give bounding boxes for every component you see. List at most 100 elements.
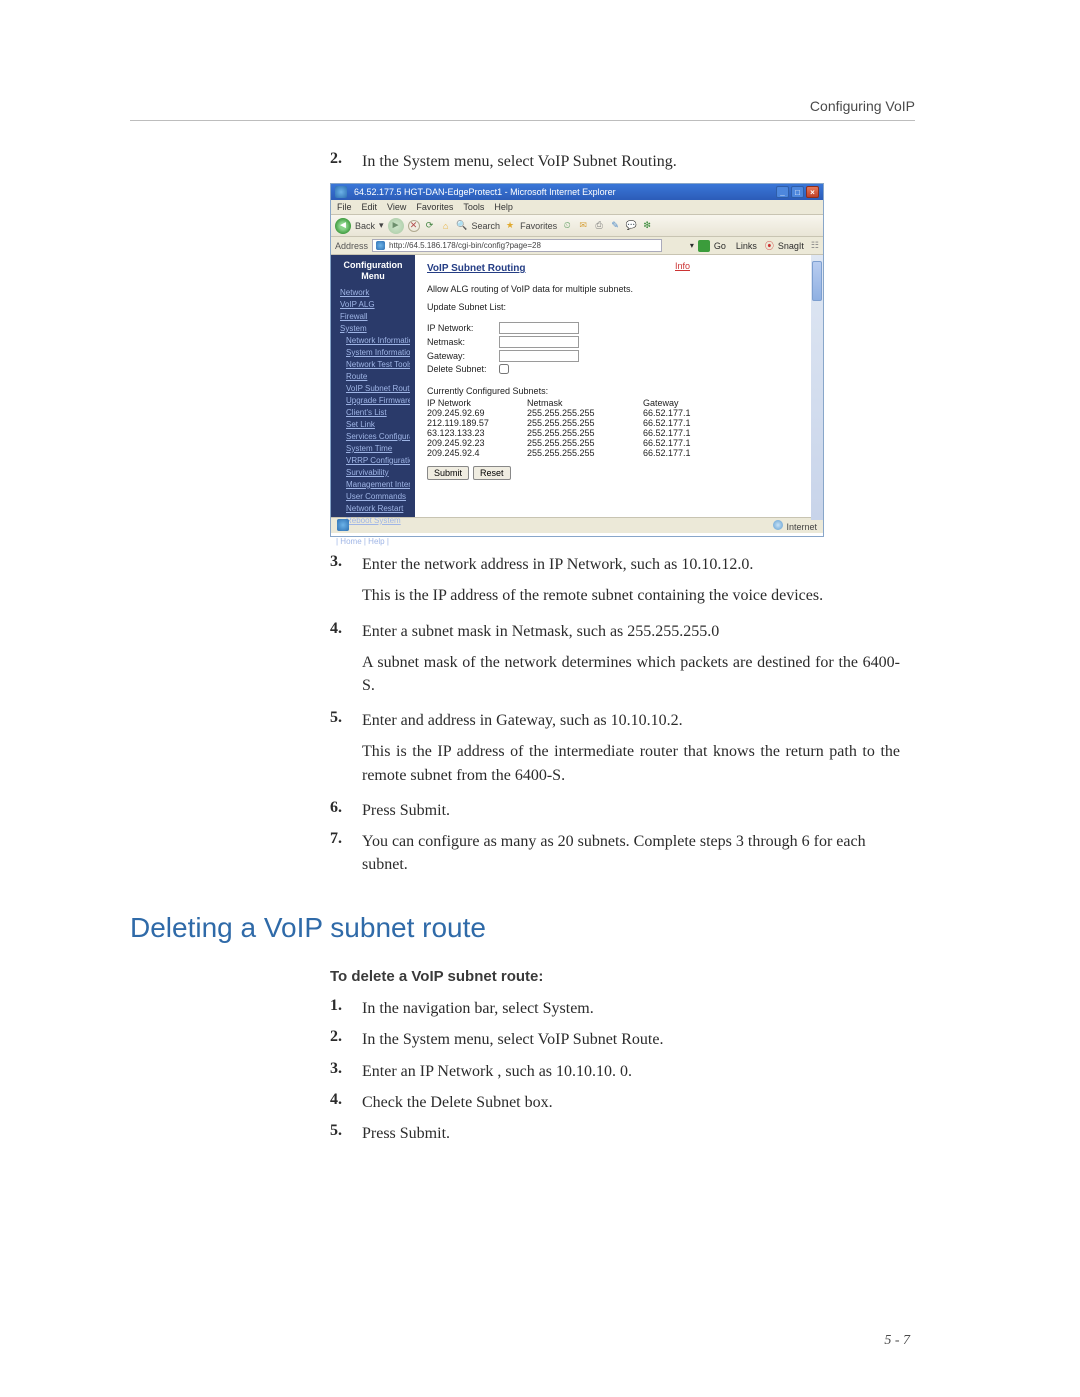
step-text: Press Submit.	[362, 799, 450, 822]
cell: 66.52.177.1	[643, 428, 713, 438]
cell: 209.245.92.69	[427, 408, 511, 418]
cell: 66.52.177.1	[643, 438, 713, 448]
document-body: 2. In the System menu, select VoIP Subne…	[330, 150, 900, 876]
sidebar-item-voip-subnet[interactable]: VoIP Subnet Routing	[336, 383, 410, 395]
main-pane: VoIP Subnet Routing Info Allow ALG routi…	[415, 255, 823, 517]
sidebar-footer[interactable]: | Home | Help |	[336, 537, 410, 547]
scrollbar[interactable]	[811, 255, 823, 520]
menu-edit[interactable]: Edit	[362, 202, 378, 212]
step-7: 7. You can configure as many as 20 subne…	[330, 830, 900, 876]
second-section-body: To delete a VoIP subnet route: 1. In the…	[330, 968, 900, 1145]
sidebar-item-systime[interactable]: System Time	[336, 443, 410, 455]
address-value: http://64.5.186.178/cgi-bin/config?page=…	[389, 241, 541, 250]
edit-icon[interactable]: ✎	[609, 220, 621, 232]
step-text: Enter and address in Gateway, such as 10…	[362, 709, 683, 732]
sidebar-item-route[interactable]: Route	[336, 371, 410, 383]
addr-dropdown-icon[interactable]: ▾	[690, 241, 694, 250]
menu-help[interactable]: Help	[494, 202, 513, 212]
go-button-icon[interactable]	[698, 240, 710, 252]
favorites-icon[interactable]: ★	[504, 220, 516, 232]
cell: 255.255.255.255	[527, 408, 627, 418]
go-label: Go	[714, 241, 726, 251]
page-number: 5 - 7	[884, 1333, 910, 1349]
menu-tools[interactable]: Tools	[463, 202, 484, 212]
step-text: Check the Delete Subnet box.	[362, 1091, 553, 1114]
snagit-ext-icon[interactable]: ☷	[811, 240, 819, 251]
step-5: 5. Enter and address in Gateway, such as…	[330, 709, 900, 732]
cell: 255.255.255.255	[527, 448, 627, 458]
close-button[interactable]: ×	[806, 186, 819, 198]
extra-icon[interactable]: ❇	[641, 220, 653, 232]
sidebar-item-surv[interactable]: Survivability	[336, 467, 410, 479]
label-gateway: Gateway:	[427, 351, 493, 361]
sidebar-item-vrrp[interactable]: VRRP Configuration	[336, 455, 410, 467]
cell: 209.245.92.4	[427, 448, 511, 458]
pane-title: VoIP Subnet Routing	[427, 263, 526, 274]
table-row: 212.119.189.57255.255.255.25566.52.177.1	[427, 418, 811, 428]
sidebar-item-usercmd[interactable]: User Commands	[336, 491, 410, 503]
config-sidebar: Configuration Menu Network VoIP ALG Fire…	[331, 255, 415, 517]
mail-icon[interactable]: ✉	[577, 220, 589, 232]
snagit-icon[interactable]: ⦿	[765, 239, 774, 252]
sidebar-item-network-info[interactable]: Network Information	[336, 335, 410, 347]
page-icon	[376, 241, 385, 250]
step-num: 2.	[330, 150, 350, 173]
step-text: In the navigation bar, select System.	[362, 997, 594, 1020]
step-text: Enter an IP Network , such as 10.10.10. …	[362, 1060, 632, 1083]
step-6: 6. Press Submit.	[330, 799, 900, 822]
checkbox-delete[interactable]	[499, 364, 509, 374]
maximize-button[interactable]: □	[791, 186, 804, 198]
links-label[interactable]: Links	[736, 241, 757, 251]
sidebar-item-mgmt[interactable]: Management Interface	[336, 479, 410, 491]
discuss-icon[interactable]: 💬	[625, 220, 637, 232]
table-row: 63.123.133.23255.255.255.25566.52.177.1	[427, 428, 811, 438]
minimize-button[interactable]: _	[776, 186, 789, 198]
sidebar-item-network[interactable]: Network	[336, 287, 410, 299]
reset-button[interactable]: Reset	[473, 466, 511, 480]
sidebar-item-netrestart[interactable]: Network Restart	[336, 503, 410, 515]
cell: 63.123.133.23	[427, 428, 511, 438]
subnets-table: IP Network Netmask Gateway 209.245.92.69…	[427, 398, 811, 458]
sidebar-item-voip-alg[interactable]: VoIP ALG	[336, 299, 410, 311]
step-2: 2. In the System menu, select VoIP Subne…	[330, 150, 900, 173]
browser-toolbar: ◄ Back ▾ ► ✕ ⟳ ⌂ 🔍 Search ★ Favorites ⏲ …	[331, 215, 823, 237]
table-header: IP Network Netmask Gateway	[427, 398, 811, 408]
back-icon[interactable]: ◄	[335, 218, 351, 234]
label-delete: Delete Subnet:	[427, 364, 493, 374]
step-num: 6.	[330, 799, 350, 822]
sidebar-item-upgrade[interactable]: Upgrade Firmware	[336, 395, 410, 407]
browser-screenshot: 64.52.177.5 HGT-DAN-EdgeProtect1 - Micro…	[330, 183, 824, 537]
search-icon[interactable]: 🔍	[456, 220, 468, 232]
del-step-3: 3. Enter an IP Network , such as 10.10.1…	[330, 1060, 900, 1083]
sidebar-item-setlink[interactable]: Set Link	[336, 419, 410, 431]
input-netmask[interactable]	[499, 336, 579, 348]
browser-titlebar: 64.52.177.5 HGT-DAN-EdgeProtect1 - Micro…	[331, 184, 823, 200]
refresh-icon[interactable]: ⟳	[424, 220, 436, 232]
sidebar-item-system[interactable]: System	[336, 323, 410, 335]
sidebar-item-clients[interactable]: Client's List	[336, 407, 410, 419]
scroll-thumb[interactable]	[812, 261, 822, 301]
menu-view[interactable]: View	[387, 202, 406, 212]
input-gateway[interactable]	[499, 350, 579, 362]
print-icon[interactable]: ⎙	[593, 220, 605, 232]
cell: 66.52.177.1	[643, 408, 713, 418]
forward-icon[interactable]: ►	[388, 218, 404, 234]
toolbar-sep: ▾	[379, 220, 384, 231]
header-right: Configuring VoIP	[810, 98, 915, 114]
home-icon[interactable]: ⌂	[440, 220, 452, 232]
step-num: 5.	[330, 709, 350, 732]
input-ip[interactable]	[499, 322, 579, 334]
submit-button[interactable]: Submit	[427, 466, 469, 480]
menu-file[interactable]: File	[337, 202, 352, 212]
sidebar-item-net-test[interactable]: Network Test Tools	[336, 359, 410, 371]
internet-zone-icon	[773, 520, 783, 530]
menu-favorites[interactable]: Favorites	[416, 202, 453, 212]
address-field[interactable]: http://64.5.186.178/cgi-bin/config?page=…	[372, 239, 662, 252]
stop-icon[interactable]: ✕	[408, 220, 420, 232]
sidebar-item-firewall[interactable]: Firewall	[336, 311, 410, 323]
sidebar-item-system-info[interactable]: System Information	[336, 347, 410, 359]
search-label: Search	[472, 221, 501, 231]
history-icon[interactable]: ⏲	[561, 220, 573, 232]
sidebar-item-services[interactable]: Services Configuration	[336, 431, 410, 443]
info-link[interactable]: Info	[675, 261, 690, 271]
